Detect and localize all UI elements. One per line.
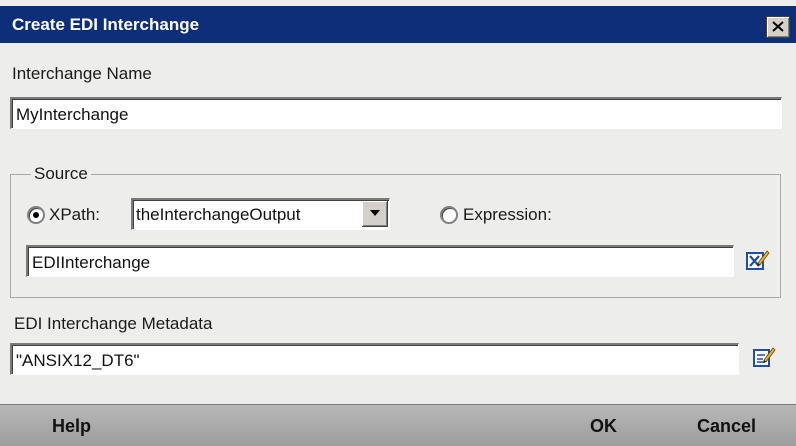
edit-icon[interactable]: [753, 346, 777, 368]
help-button[interactable]: Help: [52, 416, 91, 437]
xpath-radio[interactable]: [27, 206, 45, 224]
xpath-select[interactable]: theInterchangeOutput: [131, 198, 390, 230]
button-bar: Help OK Cancel: [0, 404, 796, 446]
ok-button[interactable]: OK: [590, 416, 617, 437]
expression-label: Expression:: [463, 205, 552, 224]
chevron-down-icon: [370, 210, 380, 216]
title-bar: Create EDI Interchange: [0, 6, 796, 43]
metadata-input[interactable]: "ANSIX12_DT6": [10, 343, 739, 375]
dialog-title: Create EDI Interchange: [12, 15, 200, 34]
xpath-editor-icon[interactable]: [746, 249, 770, 271]
metadata-label: EDI Interchange Metadata: [14, 314, 213, 333]
xpath-dropdown-button[interactable]: [362, 201, 388, 227]
source-legend: Source: [34, 164, 88, 183]
create-edi-interchange-dialog: Create EDI Interchange Interchange Name …: [0, 0, 796, 446]
source-value-input[interactable]: EDIInterchange: [26, 245, 734, 277]
close-icon: [772, 21, 784, 32]
cancel-button[interactable]: Cancel: [697, 416, 756, 437]
interchange-name-label: Interchange Name: [12, 64, 152, 83]
xpath-label: XPath:: [49, 205, 101, 224]
close-button[interactable]: [766, 16, 790, 38]
xpath-select-value: theInterchangeOutput: [136, 205, 301, 224]
interchange-name-input[interactable]: MyInterchange: [10, 97, 782, 129]
expression-radio[interactable]: [440, 206, 458, 224]
